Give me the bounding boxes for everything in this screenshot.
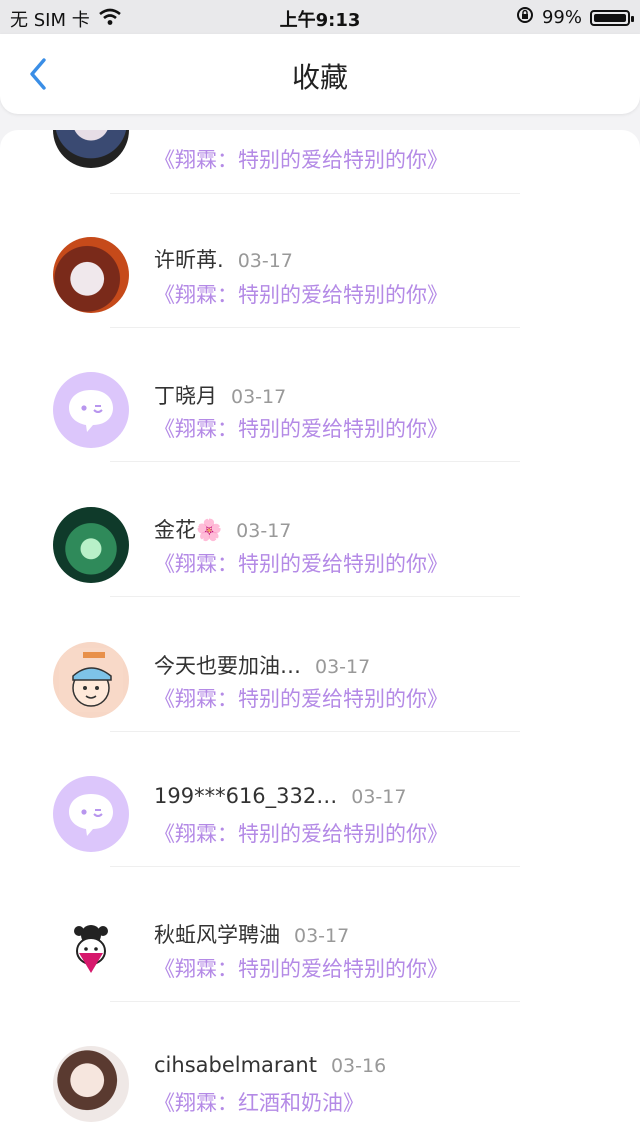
divider bbox=[110, 327, 520, 328]
divider bbox=[110, 731, 520, 732]
divider bbox=[110, 193, 520, 194]
divider bbox=[110, 866, 520, 867]
song-title[interactable]: 《翔霖：特别的爱给特别的你》 bbox=[154, 818, 448, 848]
avatar bbox=[53, 372, 129, 448]
page-title: 收藏 bbox=[291, 61, 348, 94]
sketch-avatar bbox=[74, 925, 108, 973]
favorite-date: 03-17 bbox=[237, 250, 293, 272]
orientation-lock-icon bbox=[516, 6, 534, 29]
favorite-date: 03-17 bbox=[231, 386, 287, 408]
avatar bbox=[53, 130, 129, 168]
avatar bbox=[53, 237, 129, 313]
battery-fill bbox=[594, 13, 626, 22]
song-title[interactable]: 《翔霖：特别的爱给特别的你》 bbox=[154, 683, 448, 713]
song-title[interactable]: 《翔霖：特别的爱给特别的你》 bbox=[154, 279, 448, 309]
favorite-date: 03-17 bbox=[236, 520, 292, 542]
user-name: 许昕苒. bbox=[154, 248, 224, 272]
list-item[interactable]: 丁晓月 03-17 《翔霖：特别的爱给特别的你》 bbox=[0, 348, 640, 483]
cartoon-avatar bbox=[59, 648, 123, 712]
list-item[interactable]: 今天也要加油… 03-17 《翔霖：特别的爱给特别的你》 bbox=[0, 618, 640, 753]
user-name: cihsabelmarant bbox=[154, 1053, 317, 1077]
favorite-date: 03-16 bbox=[330, 1055, 387, 1077]
list-item[interactable]: 金花🌸 03-17 《翔霖：特别的爱给特别的你》 bbox=[0, 483, 640, 618]
song-title[interactable]: 《翔霖：红酒和奶油》 bbox=[154, 1087, 364, 1117]
battery-icon bbox=[590, 9, 634, 26]
chat-bubble-icon bbox=[69, 390, 113, 432]
avatar bbox=[53, 1046, 129, 1122]
user-name: 秋蚯风学聘浀 bbox=[154, 923, 280, 947]
user-name: 199***616_332… bbox=[154, 784, 338, 808]
song-title[interactable]: 《翔霖：特别的爱给特别的你》 bbox=[154, 548, 448, 578]
favorite-date: 03-17 bbox=[294, 925, 350, 947]
song-title[interactable]: 《翔霖：特别的爱给特别的你》 bbox=[154, 144, 448, 174]
song-title[interactable]: 《翔霖：特别的爱给特别的你》 bbox=[154, 953, 448, 983]
avatar bbox=[53, 776, 129, 852]
list-item[interactable]: cihsabelmarant 03-16 《翔霖：红酒和奶油》 bbox=[0, 1022, 640, 1138]
song-title[interactable]: 《翔霖：特别的爱给特别的你》 bbox=[154, 413, 448, 443]
favorite-date: 03-17 bbox=[315, 656, 371, 678]
avatar bbox=[53, 911, 129, 987]
favorites-list[interactable]: 《翔霖：特别的爱给特别的你》 许昕苒. 03-17 《翔霖：特别的爱给特别的你》… bbox=[0, 130, 640, 1138]
divider bbox=[110, 1001, 520, 1002]
list-item[interactable]: 《翔霖：特别的爱给特别的你》 bbox=[0, 130, 640, 181]
avatar bbox=[53, 642, 129, 718]
battery-percent: 99% bbox=[541, 7, 582, 28]
favorite-date: 03-17 bbox=[351, 786, 407, 808]
divider bbox=[110, 596, 520, 597]
divider bbox=[110, 461, 520, 462]
avatar bbox=[53, 507, 129, 583]
user-name: 今天也要加油… bbox=[154, 654, 301, 678]
status-bar: 无 SIM 卡 上午9:13 99% bbox=[0, 0, 640, 34]
user-name: 金花🌸 bbox=[154, 518, 223, 542]
chat-bubble-icon bbox=[69, 794, 113, 836]
user-name: 丁晓月 bbox=[154, 384, 217, 408]
status-right: 99% bbox=[516, 6, 634, 29]
nav-bar: 收藏 bbox=[0, 34, 640, 114]
